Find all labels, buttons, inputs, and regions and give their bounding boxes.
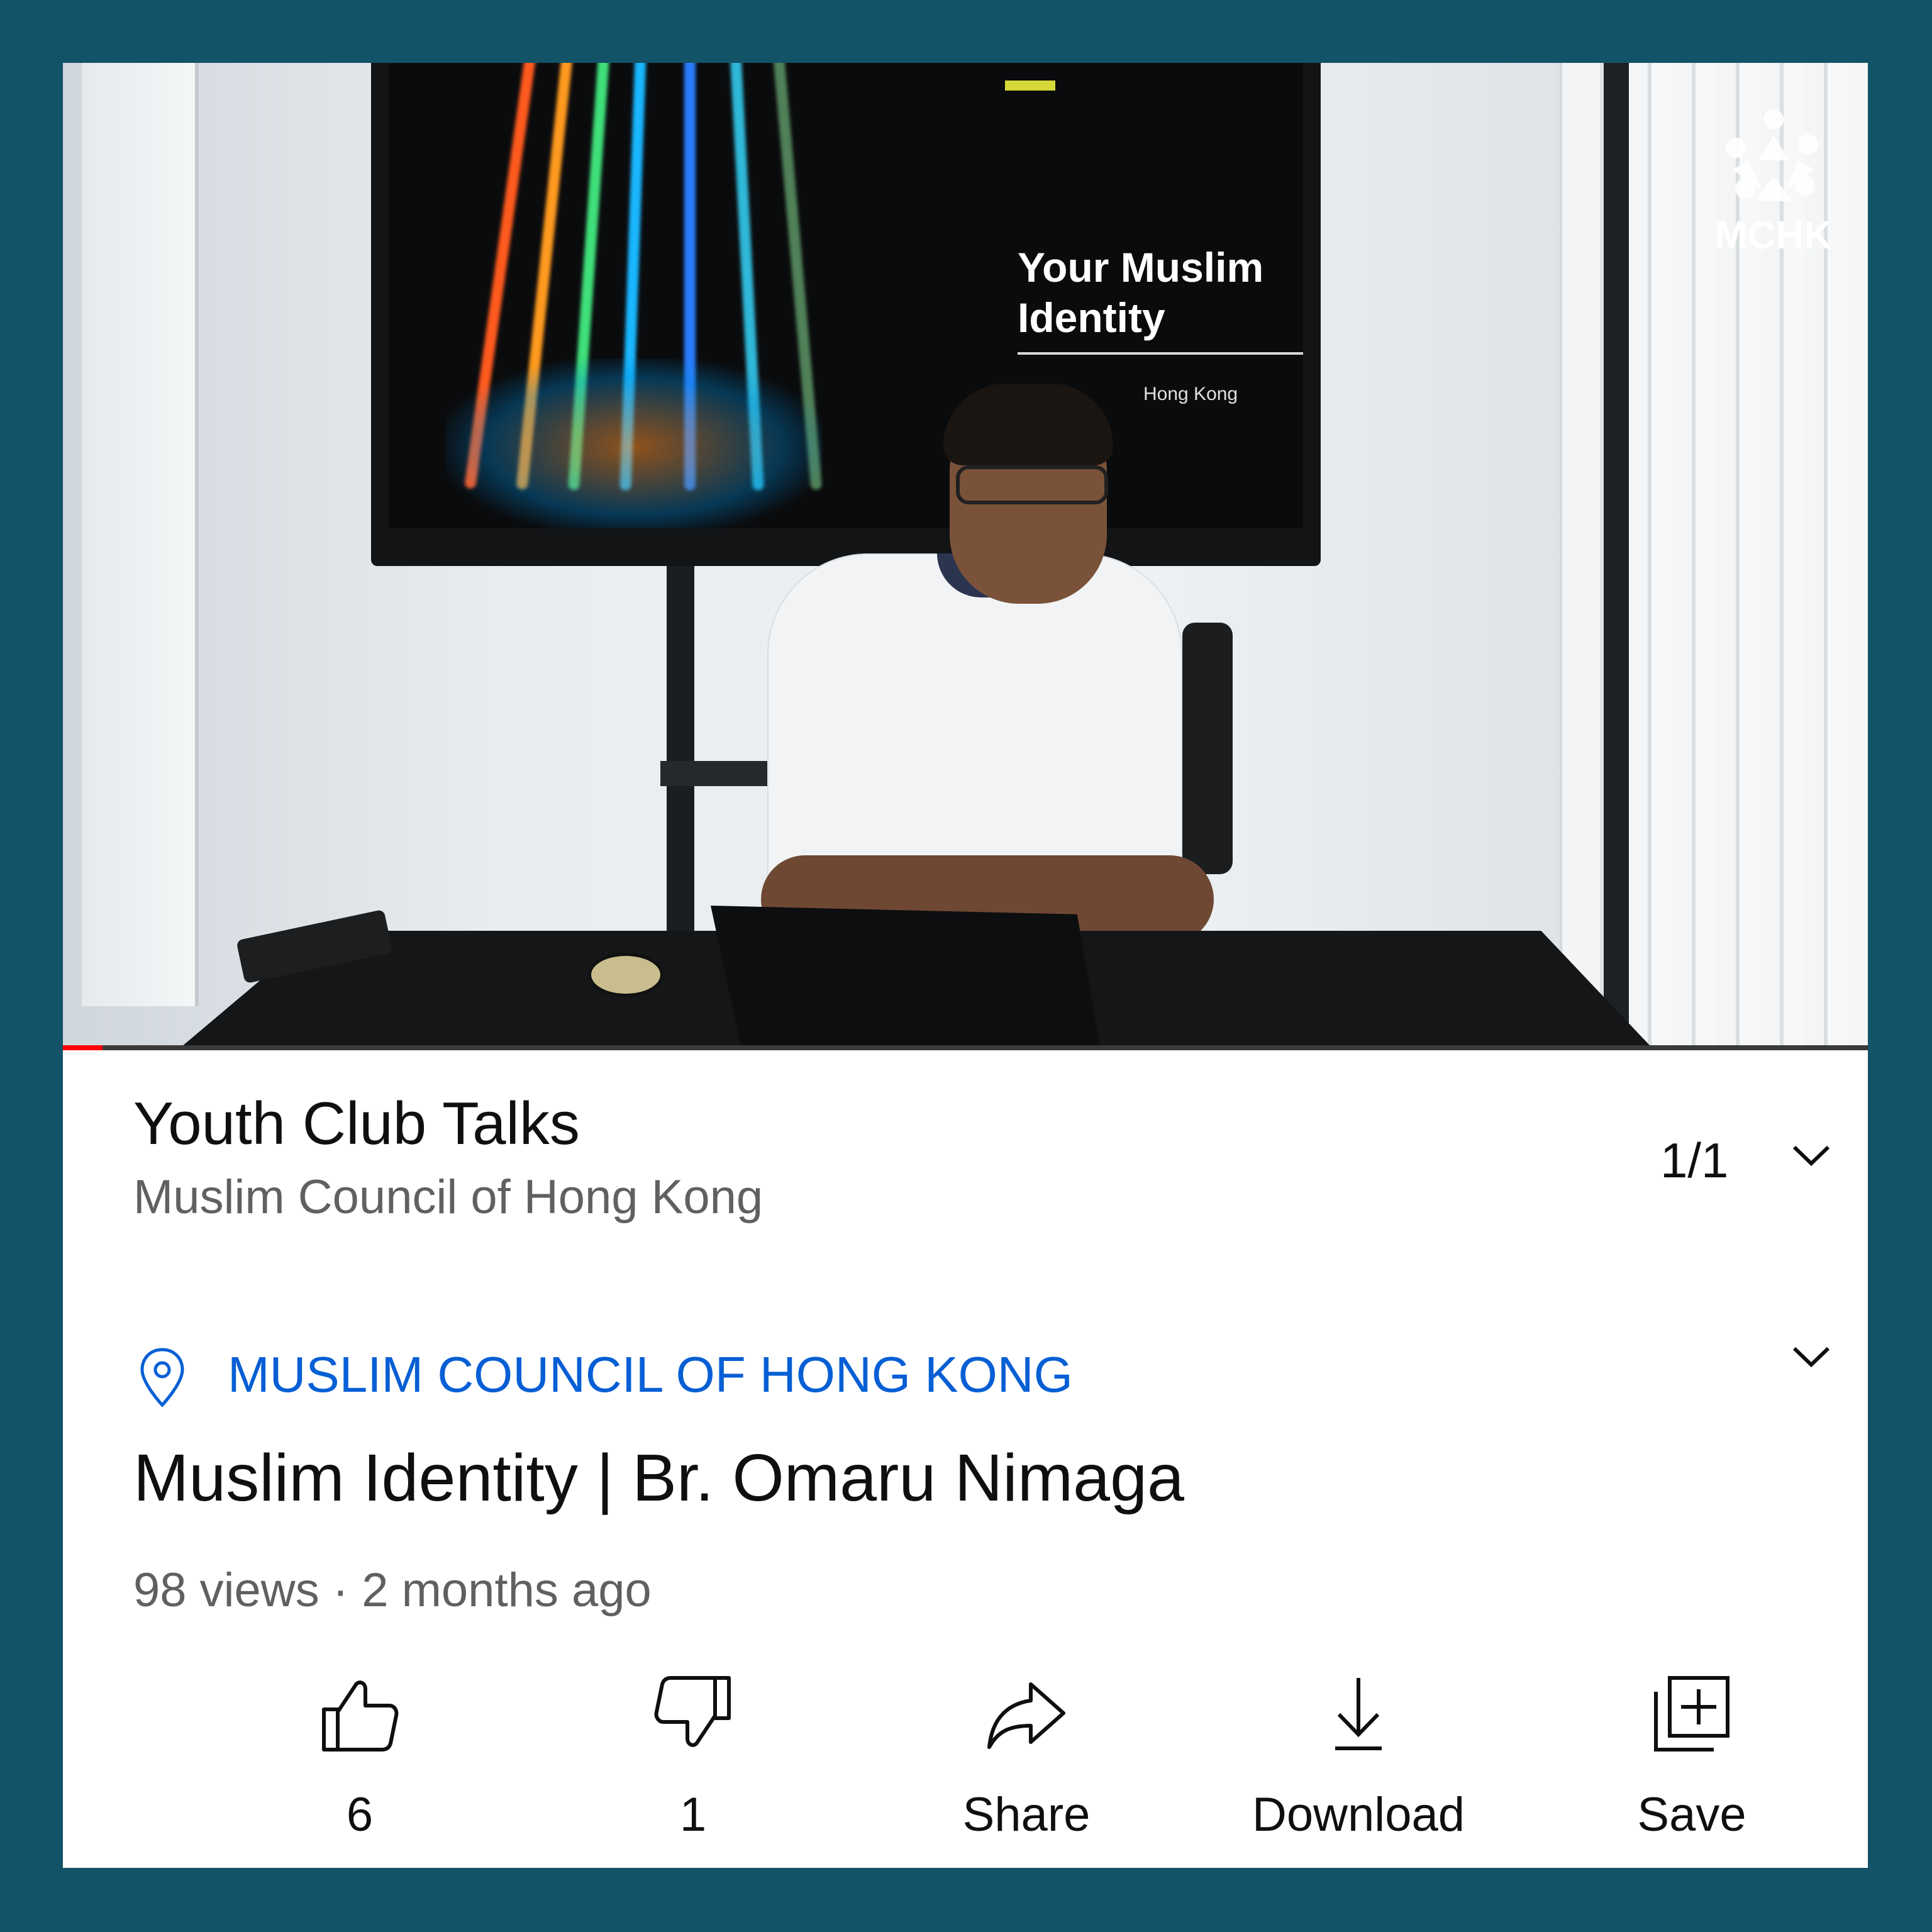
video-title[interactable]: Muslim Identity | Br. Omaru Nimaga <box>133 1440 1184 1516</box>
add-to-playlist-icon <box>1654 1676 1729 1752</box>
video-player[interactable]: Your Muslim Identity Hong Kong MCHK <box>63 63 1868 1050</box>
save-label: Save <box>1637 1788 1746 1841</box>
playlist-position: 1/1 <box>1660 1133 1729 1188</box>
thumbs-up-icon <box>322 1680 399 1752</box>
action-bar: 6 1 Share Download Save <box>63 1673 1868 1855</box>
like-button[interactable]: 6 <box>228 1673 492 1855</box>
chevron-down-icon[interactable] <box>1789 1341 1833 1372</box>
slide-subtitle: Hong Kong <box>1143 384 1238 404</box>
download-icon <box>1335 1678 1382 1750</box>
app-frame: Your Muslim Identity Hong Kong MCHK Yout… <box>63 63 1868 1868</box>
save-button[interactable]: Save <box>1560 1673 1824 1855</box>
share-arrow-icon <box>987 1682 1065 1749</box>
laptop <box>711 906 1101 1050</box>
watermark-text: MCHK <box>1715 214 1832 257</box>
slide-title: Your Muslim Identity <box>1018 244 1264 341</box>
dislike-button[interactable]: 1 <box>561 1673 825 1855</box>
share-label: Share <box>962 1788 1091 1841</box>
dislike-count: 1 <box>679 1788 707 1841</box>
download-label: Download <box>1252 1788 1465 1841</box>
download-button[interactable]: Download <box>1226 1673 1491 1855</box>
progress-bar[interactable] <box>63 1045 1868 1050</box>
tv-display: Your Muslim Identity Hong Kong <box>371 63 1321 566</box>
like-count: 6 <box>346 1788 374 1841</box>
share-button[interactable]: Share <box>894 1673 1158 1855</box>
video-meta: 98 views · 2 months ago <box>133 1563 652 1617</box>
location-link[interactable]: MUSLIM COUNCIL OF HONG KONG <box>228 1346 1073 1404</box>
progress-fill <box>63 1045 103 1050</box>
chevron-down-icon[interactable] <box>1789 1140 1833 1171</box>
playlist-channel[interactable]: Muslim Council of Hong Kong <box>133 1170 763 1224</box>
thumbs-down-icon <box>654 1676 731 1747</box>
mchk-logo: MCHK <box>1711 101 1836 264</box>
location-pin-icon <box>140 1348 184 1407</box>
playlist-title[interactable]: Youth Club Talks <box>133 1089 580 1158</box>
